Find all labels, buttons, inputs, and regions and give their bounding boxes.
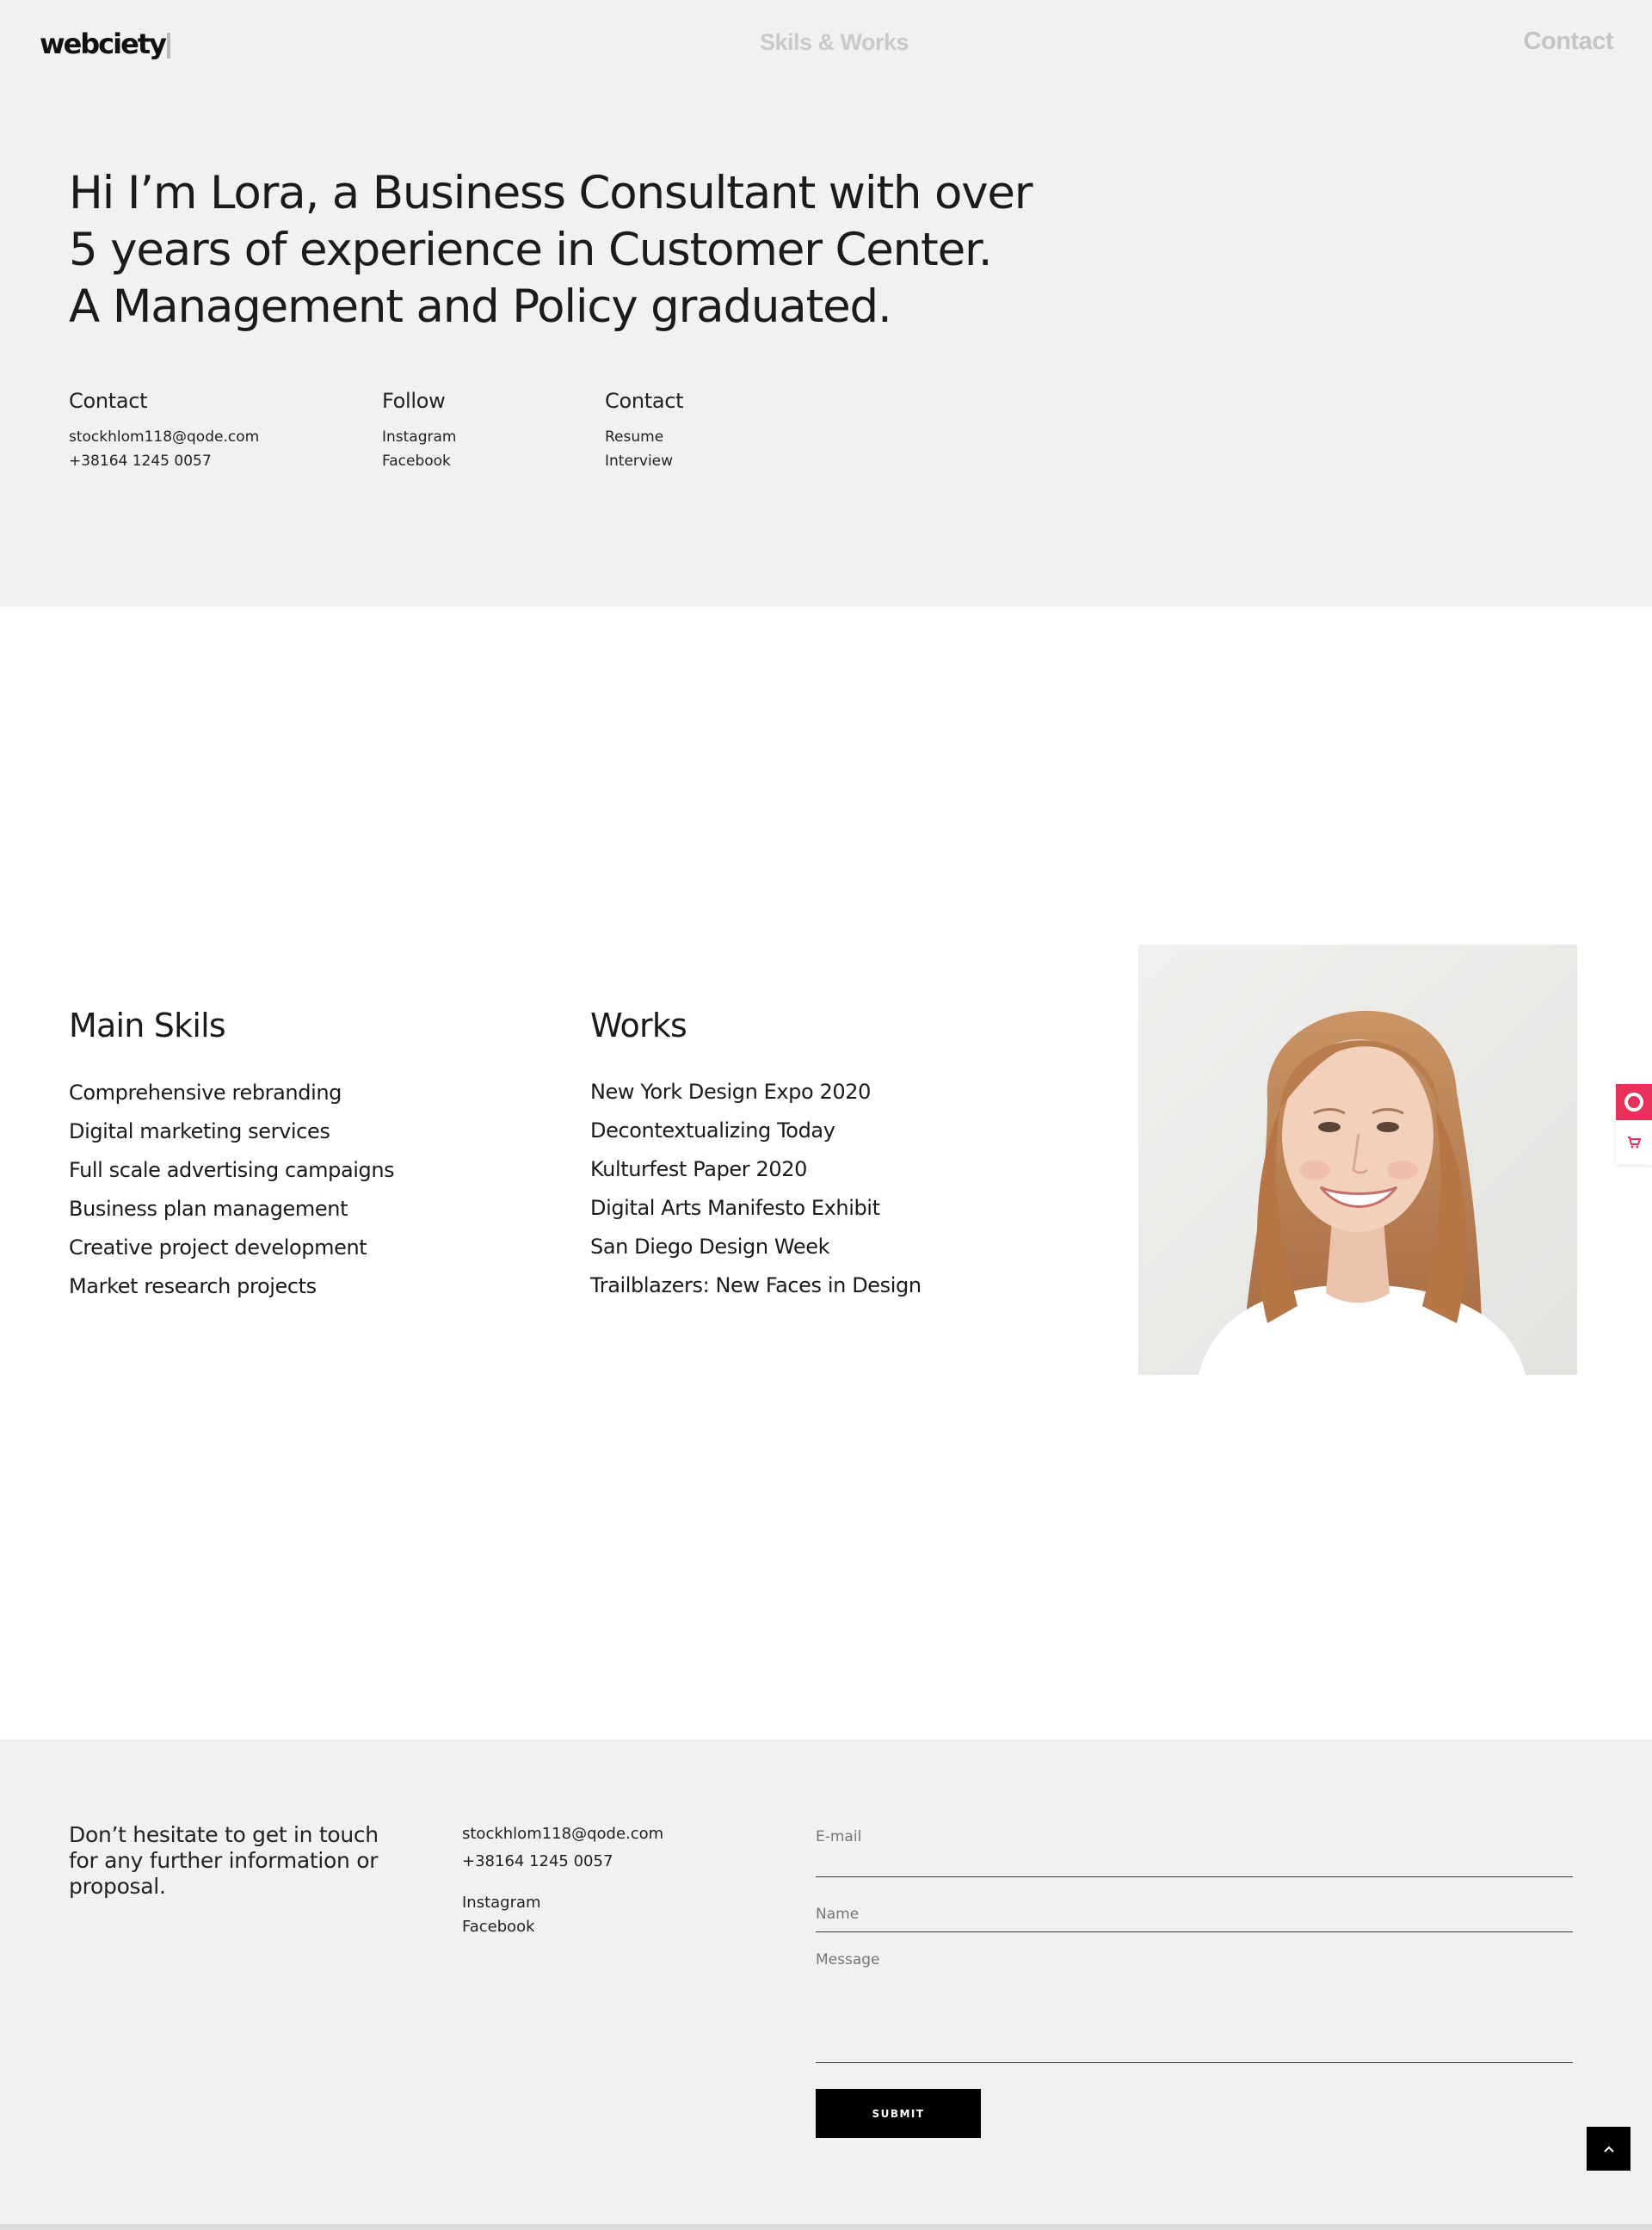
chevron-up-icon[interactable] bbox=[1587, 2127, 1630, 2171]
message-field[interactable] bbox=[816, 1951, 1573, 2054]
list-item[interactable]: Trailblazers: New Faces in Design bbox=[590, 1266, 922, 1305]
resume-link[interactable]: Resume bbox=[605, 425, 683, 449]
hero-line: 5 years of experience in Customer Center… bbox=[69, 224, 993, 276]
site-logo[interactable]: webciety bbox=[40, 28, 170, 60]
list-item: Digital marketing services bbox=[69, 1119, 330, 1143]
footer-contact: stockhlom118@qode.com +38164 1245 0057 I… bbox=[462, 1822, 663, 1939]
works-title: Works bbox=[590, 1007, 687, 1044]
name-field-wrapper bbox=[816, 1877, 1573, 1932]
footer-bottom-bar bbox=[0, 2224, 1652, 2230]
nav-skills-works[interactable]: Skils & Works bbox=[760, 29, 909, 56]
footer-facebook-link[interactable]: Facebook bbox=[462, 1915, 663, 1939]
hero-section: Hi I’m Lora, a Business Consultant with … bbox=[0, 0, 1652, 607]
skills-title: Main Skils bbox=[69, 1007, 226, 1044]
list-item[interactable]: Decontextualizing Today bbox=[590, 1112, 922, 1150]
facebook-link[interactable]: Facebook bbox=[382, 449, 457, 473]
footer-tagline: Don’t hesitate to get in touch for any f… bbox=[69, 1822, 379, 1899]
list-item[interactable]: Digital Arts Manifesto Exhibit bbox=[590, 1189, 922, 1228]
contact-form: SUBMIT bbox=[816, 1822, 1573, 2138]
hero-line: A Management and Policy graduated. bbox=[69, 280, 892, 333]
footer-phone-link[interactable]: +38164 1245 0057 bbox=[462, 1850, 663, 1874]
cart-icon[interactable] bbox=[1616, 1120, 1652, 1165]
side-widget bbox=[1616, 1084, 1652, 1165]
list-item[interactable]: New York Design Expo 2020 bbox=[590, 1073, 922, 1112]
contact-phone-link[interactable]: +38164 1245 0057 bbox=[69, 449, 259, 473]
list-item: Creative project development bbox=[69, 1235, 367, 1260]
list-item[interactable]: San Diego Design Week bbox=[590, 1228, 922, 1266]
portrait-illustration bbox=[1138, 945, 1577, 1375]
interview-link[interactable]: Interview bbox=[605, 449, 683, 473]
instagram-link[interactable]: Instagram bbox=[382, 425, 457, 449]
hero-line: Hi I’m Lora, a Business Consultant with … bbox=[69, 167, 1033, 219]
lifebuoy-icon[interactable] bbox=[1616, 1084, 1652, 1120]
submit-button[interactable]: SUBMIT bbox=[816, 2089, 981, 2138]
info-column-title: Contact bbox=[69, 389, 148, 413]
site-footer: Don’t hesitate to get in touch for any f… bbox=[0, 1740, 1652, 2230]
name-field[interactable] bbox=[816, 1900, 1573, 1929]
nav-contact[interactable]: Contact bbox=[1524, 28, 1614, 56]
list-item: Business plan management bbox=[69, 1197, 348, 1221]
contact-email-link[interactable]: stockhlom118@qode.com bbox=[69, 425, 259, 449]
email-field-wrapper bbox=[816, 1822, 1573, 1877]
portrait-photo bbox=[1138, 945, 1577, 1375]
logo-mark bbox=[166, 33, 170, 59]
footer-email-link[interactable]: stockhlom118@qode.com bbox=[462, 1822, 663, 1846]
email-field[interactable] bbox=[816, 1822, 1573, 1851]
info-column-documents: Contact Resume Interview bbox=[605, 389, 684, 473]
skills-list: Comprehensive rebranding Digital marketi… bbox=[69, 1074, 395, 1306]
site-header: webciety Skils & Works Contact bbox=[0, 0, 1652, 86]
footer-instagram-link[interactable]: Instagram bbox=[462, 1891, 663, 1915]
list-item: Market research projects bbox=[69, 1274, 317, 1298]
info-column-title: Contact bbox=[605, 389, 684, 413]
list-item[interactable]: Kulturfest Paper 2020 bbox=[590, 1150, 922, 1189]
logo-text: webciety bbox=[40, 28, 167, 60]
hero-heading: Hi I’m Lora, a Business Consultant with … bbox=[69, 165, 1058, 336]
message-field-wrapper bbox=[816, 1932, 1573, 2063]
info-column-title: Follow bbox=[382, 389, 446, 413]
list-item: Full scale advertising campaigns bbox=[69, 1158, 395, 1182]
info-column-contact: Contact stockhlom118@qode.com +38164 124… bbox=[69, 389, 259, 473]
info-column-follow: Follow Instagram Facebook bbox=[382, 389, 457, 473]
list-item: Comprehensive rebranding bbox=[69, 1081, 342, 1105]
works-list: New York Design Expo 2020 Decontextualiz… bbox=[590, 1073, 922, 1305]
